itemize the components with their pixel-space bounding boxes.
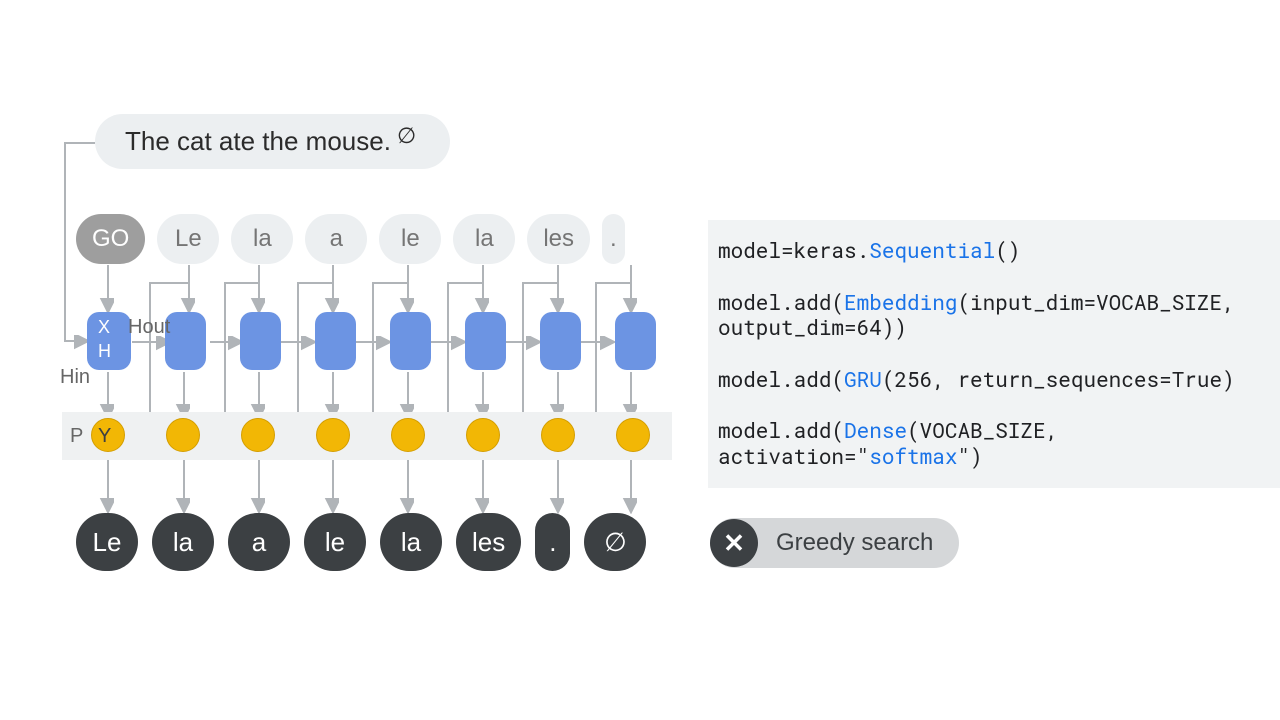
prob-node: [616, 418, 650, 452]
code-line-2: model.add(Embedding(input_dim=VOCAB_SIZE…: [718, 290, 1266, 341]
rnn-cell: [465, 312, 506, 370]
token-out-6: .: [535, 513, 570, 571]
token-in-5: la: [453, 214, 515, 264]
prob-node: [166, 418, 200, 452]
decoder-input-row: GO Le la a le la les .: [76, 214, 625, 264]
token-out-5: les: [456, 513, 521, 571]
p-label: P: [70, 425, 83, 448]
prob-node: [391, 418, 425, 452]
hin-label: Hin: [60, 366, 90, 389]
code-block: model=keras.Sequential() model.add(Embed…: [708, 220, 1280, 488]
token-in-1: Le: [157, 214, 219, 264]
token-out-3: le: [304, 513, 366, 571]
code-line-3: model.add(GRU(256, return_sequences=True…: [718, 367, 1266, 393]
token-out-4: la: [380, 513, 442, 571]
token-out-1: la: [152, 513, 214, 571]
greedy-search-badge: ✕ Greedy search: [710, 518, 959, 568]
token-in-7: .: [602, 214, 625, 264]
rnn-cell: [315, 312, 356, 370]
prob-node: [316, 418, 350, 452]
prob-node: [541, 418, 575, 452]
token-in-6: les: [527, 214, 590, 264]
code-line-4: model.add(Dense(VOCAB_SIZE, activation="…: [718, 418, 1266, 469]
input-sentence-text: The cat ate the mouse.: [125, 126, 391, 157]
prob-node: [466, 418, 500, 452]
token-in-2: la: [231, 214, 293, 264]
prob-node: [241, 418, 275, 452]
decoder-output-row: Le la a le la les . ∅: [76, 513, 646, 571]
token-out-2: a: [228, 513, 290, 571]
token-in-3: a: [305, 214, 367, 264]
token-out-7: ∅: [584, 513, 646, 571]
end-token-icon: ∅: [397, 123, 416, 149]
greedy-search-label: Greedy search: [776, 529, 933, 557]
token-in-4: le: [379, 214, 441, 264]
rnn-cell: [240, 312, 281, 370]
token-out-0: Le: [76, 513, 138, 571]
rnn-cell-row: X H: [87, 312, 656, 370]
x-label: X: [98, 318, 110, 336]
rnn-cell: [615, 312, 656, 370]
rnn-cell: [540, 312, 581, 370]
rnn-cell: [390, 312, 431, 370]
code-line-1: model=keras.Sequential(): [718, 238, 1266, 264]
hout-label: Hout: [128, 316, 170, 339]
y-label: Y: [98, 425, 111, 448]
input-sentence-bubble: The cat ate the mouse. ∅: [95, 114, 450, 169]
probability-row: [91, 418, 650, 452]
rnn-cell: [165, 312, 206, 370]
rnn-cell: X H: [87, 312, 131, 370]
close-icon[interactable]: ✕: [710, 519, 758, 567]
token-go: GO: [76, 214, 145, 264]
h-label: H: [98, 342, 111, 360]
